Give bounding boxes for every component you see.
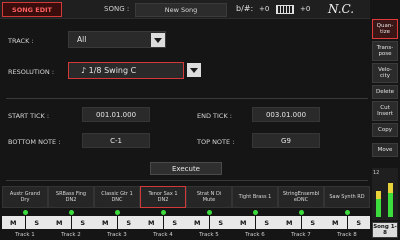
solo-button[interactable]: S [25,216,48,229]
track-number-label: Track 8 [337,232,357,238]
mute-button[interactable]: M [186,216,209,229]
resolution-label: RESOLUTION : [8,68,55,76]
track-sound-name[interactable]: Tight Brass 1 [232,186,278,208]
divider [6,180,368,181]
track-number-label: Track 3 [107,232,127,238]
track-sound-line2: Dry [20,197,30,203]
key-signature-label: b/#: [236,4,254,13]
track-sound-line2: DNC [111,197,123,203]
end-tick-label: END TICK : [197,112,232,120]
track-number-label: Track 7 [291,232,311,238]
solo-button[interactable]: S [347,216,370,229]
track-led-icon [22,210,28,215]
song-tracks-button[interactable]: Song 1-8 [372,222,398,238]
solo-button[interactable]: S [163,216,186,229]
track-led-icon [206,210,212,215]
track-sound-name[interactable]: Strat N Di Mute [186,186,232,208]
song-label: SONG : [104,5,130,13]
track-led-icon [114,210,120,215]
mute-button[interactable]: M [2,216,25,229]
track-3[interactable]: Classic Gtr 1 DNC M S Track 3 [94,186,140,238]
track-sound-line1: Tight Brass 1 [238,193,272,200]
track-sound-line2: DN2 [65,197,77,203]
solo-button[interactable]: S [117,216,140,229]
track-sound-name[interactable]: Tenor Sax 1 DN2 [140,186,186,208]
meter-label: 12 [373,170,380,176]
bottom-note-field[interactable]: C-1 [82,133,150,148]
start-tick-field[interactable]: 001.01.000 [82,107,150,122]
execute-button[interactable]: Execute [150,162,222,175]
track-sound-line2: DN2 [157,197,169,203]
track-dropdown[interactable]: All [68,31,166,48]
cut-insert-tab[interactable]: Cut Insert [372,101,398,121]
mute-button[interactable]: M [278,216,301,229]
track-number-label: Track 6 [245,232,265,238]
track-number-label: Track 1 [15,232,35,238]
track-1[interactable]: Austr Grand Dry M S Track 1 [2,186,48,238]
transpose-value[interactable]: +0 [300,5,310,13]
mute-button[interactable]: M [140,216,163,229]
track-dropdown-value: All [77,35,87,44]
solo-button[interactable]: S [301,216,324,229]
chevron-down-icon[interactable] [151,33,165,47]
top-note-field[interactable]: G9 [252,133,320,148]
track-number-label: Track 4 [153,232,173,238]
track-5[interactable]: Strat N Di Mute M S Track 5 [186,186,232,238]
track-sound-name[interactable]: Austr Grand Dry [2,186,48,208]
track-4[interactable]: Tenor Sax 1 DN2 M S Track 4 [140,186,186,238]
track-sound-name[interactable]: SRBass Fing DN2 [48,186,94,208]
mode-badge[interactable]: SONG EDIT [2,2,62,17]
divider [6,98,368,99]
track-sound-line1: Saw Synth RD [329,193,365,200]
track-sound-line2: Mute [202,197,216,203]
resolution-dropdown[interactable]: ♪ 1/8 Swing C [68,62,184,79]
start-tick-label: START TICK : [8,112,50,120]
track-led-icon [344,210,350,215]
track-2[interactable]: SRBass Fing DN2 M S Track 2 [48,186,94,238]
track-8[interactable]: Saw Synth RD M S Track 8 [324,186,370,238]
top-note-label: TOP NOTE : [197,138,235,146]
track-led-icon [252,210,258,215]
track-number-label: Track 5 [199,232,219,238]
track-led-icon [298,210,304,215]
track-7[interactable]: StringEnsembl eDNC M S Track 7 [278,186,324,238]
end-tick-field[interactable]: 003.01.000 [252,107,320,122]
key-signature-value[interactable]: +0 [259,5,269,13]
song-name-field[interactable]: New Song [135,3,227,17]
mute-button[interactable]: M [48,216,71,229]
track-number-label: Track 2 [61,232,81,238]
resolution-chevron-down-icon[interactable] [187,63,201,77]
track-led-icon [68,210,74,215]
quantize-tab[interactable]: Quan- tize [372,19,398,39]
mute-button[interactable]: M [94,216,117,229]
left-meter [376,191,381,217]
solo-button[interactable]: S [209,216,232,229]
track-label: TRACK : [8,37,34,45]
track-led-icon [160,210,166,215]
move-tab[interactable]: Move [372,143,398,157]
right-meter [388,183,393,217]
copy-tab[interactable]: Copy [372,123,398,137]
chord-display: N.C. [328,2,355,16]
track-sound-name[interactable]: Classic Gtr 1 DNC [94,186,140,208]
keyboard-icon [276,5,294,14]
resolution-value: ♪ 1/8 Swing C [81,66,137,75]
mute-button[interactable]: M [232,216,255,229]
velocity-tab[interactable]: Velo- city [372,63,398,83]
solo-button[interactable]: S [255,216,278,229]
transpose-tab[interactable]: Trans- pose [372,41,398,61]
track-sound-line2: eDNC [293,197,309,203]
bottom-note-label: BOTTOM NOTE : [8,138,61,146]
level-meters: 12 [372,168,398,220]
track-sound-name[interactable]: Saw Synth RD [324,186,370,208]
solo-button[interactable]: S [71,216,94,229]
track-sound-name[interactable]: StringEnsembl eDNC [278,186,324,208]
track-6[interactable]: Tight Brass 1 M S Track 6 [232,186,278,238]
mute-button[interactable]: M [324,216,347,229]
delete-tab[interactable]: Delete [372,85,398,99]
